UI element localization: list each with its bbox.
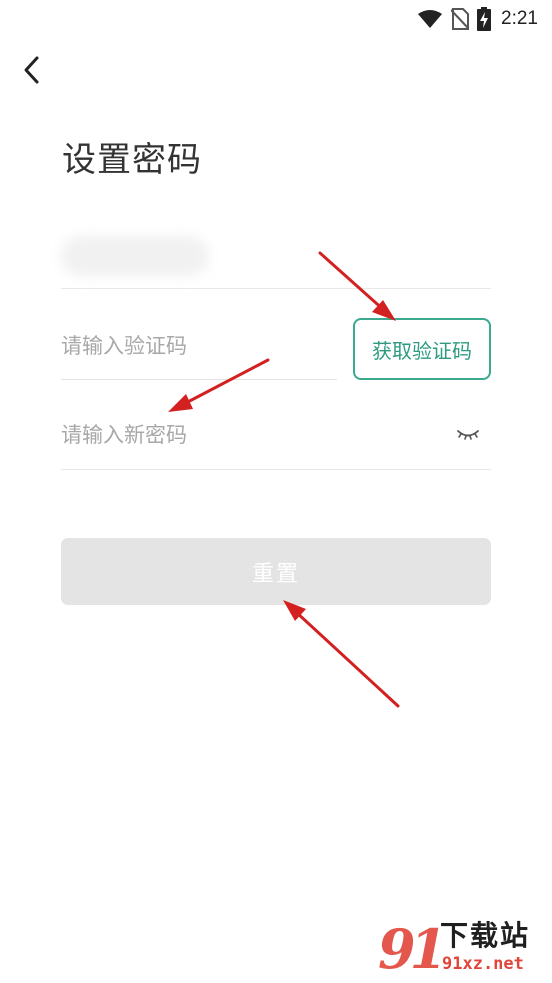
- reset-button[interactable]: 重置: [61, 538, 491, 605]
- verification-code-row: [61, 318, 337, 380]
- status-time: 2:21: [501, 8, 538, 29]
- new-password-row: [61, 407, 491, 470]
- watermark-digits: 91: [378, 917, 447, 981]
- page-title: 设置密码: [62, 140, 202, 180]
- watermark-logo: 91 下载站 91xz.net: [378, 917, 548, 981]
- chevron-left-icon: [24, 56, 39, 84]
- wifi-icon: [418, 10, 443, 28]
- status-icons: 2:21: [417, 6, 538, 32]
- battery-charging-icon: [477, 7, 492, 31]
- eye-closed-icon[interactable]: [457, 427, 479, 443]
- status-bar: 2:21: [0, 0, 552, 38]
- watermark-brand: 下载站: [440, 919, 531, 952]
- back-button[interactable]: [14, 52, 50, 88]
- phone-number-blurred: [61, 236, 209, 276]
- new-password-input[interactable]: [61, 419, 441, 451]
- phone-number-field: [61, 226, 491, 289]
- get-code-button[interactable]: 获取验证码: [353, 318, 491, 380]
- watermark-domain: 91xz.net: [442, 954, 524, 974]
- verification-code-input[interactable]: [61, 330, 331, 362]
- no-sim-icon: [451, 8, 470, 30]
- annotation-arrow-reset: [283, 600, 400, 708]
